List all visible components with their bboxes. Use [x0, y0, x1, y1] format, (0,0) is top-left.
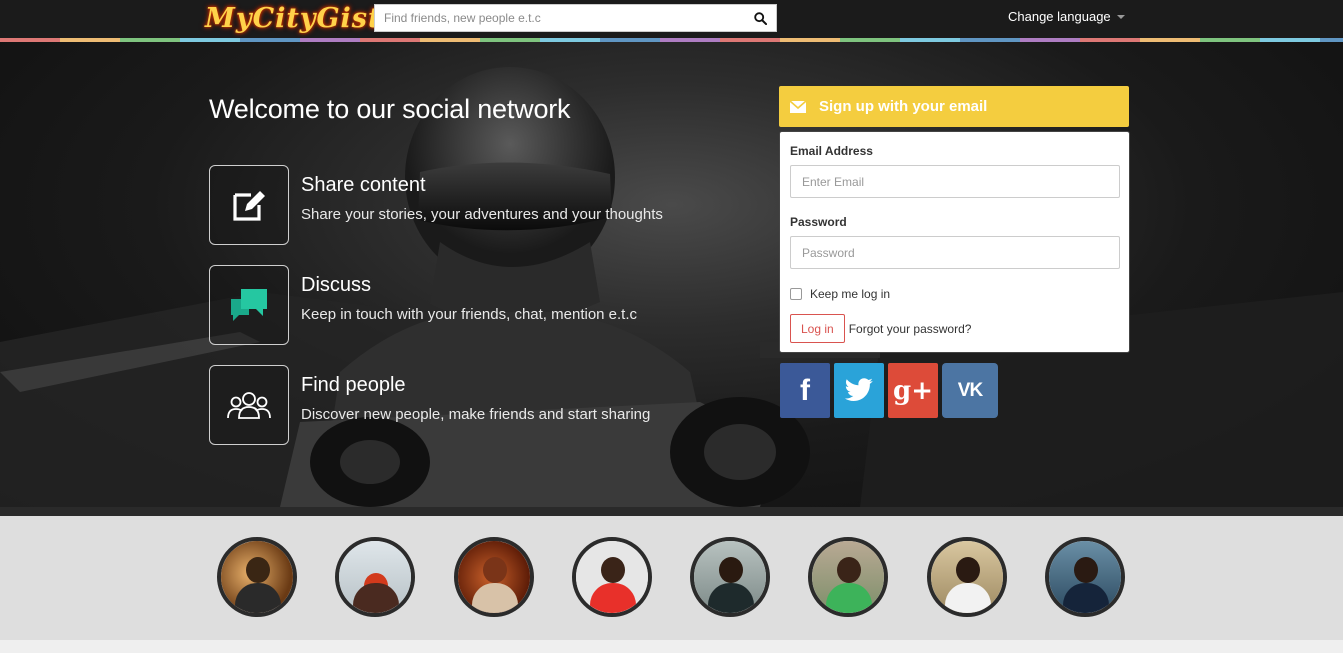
envelope-icon [790, 100, 806, 113]
feature-icon-box [209, 165, 289, 245]
feature-description: Share your stories, your adventures and … [301, 206, 663, 223]
member-avatar[interactable] [217, 537, 297, 617]
password-label: Password [790, 215, 847, 229]
vk-login-button[interactable]: VK [942, 363, 998, 418]
people-icon [227, 392, 271, 419]
feature-title: Find people [301, 374, 406, 396]
search-bar [374, 4, 777, 32]
change-language-dropdown[interactable]: Change language [1008, 9, 1125, 24]
member-avatar[interactable] [690, 537, 770, 617]
feature-icon-box [209, 365, 289, 445]
site-logo[interactable]: MyCityGist [205, 2, 380, 34]
login-form: Email Address Password Keep me log in Lo… [779, 131, 1130, 353]
google-plus-login-button[interactable]: g+ [888, 363, 938, 418]
email-field[interactable] [790, 165, 1120, 198]
member-avatar[interactable] [335, 537, 415, 617]
remember-me-label: Keep me log in [810, 287, 891, 301]
google-plus-icon: g+ [893, 375, 933, 406]
facebook-login-button[interactable]: f [780, 363, 830, 418]
feature-icon-box [209, 265, 289, 345]
member-avatar[interactable] [454, 537, 534, 617]
login-button[interactable]: Log in [790, 314, 845, 343]
chevron-down-icon [1116, 15, 1125, 19]
remember-me-checkbox[interactable] [790, 288, 802, 300]
vk-icon: VK [957, 379, 983, 401]
hero-bottom-bar [0, 507, 1343, 516]
signup-title: Sign up with your email [819, 98, 988, 115]
member-avatar[interactable] [927, 537, 1007, 617]
feature-title: Discuss [301, 274, 372, 296]
twitter-login-button[interactable] [834, 363, 884, 418]
welcome-heading: Welcome to our social network [209, 94, 571, 124]
search-icon[interactable] [744, 5, 776, 31]
password-field[interactable] [790, 236, 1120, 269]
member-avatar[interactable] [1045, 537, 1125, 617]
feature-share-content: Share content Share your stories, your a… [209, 165, 663, 245]
feature-description: Discover new people, make friends and st… [301, 406, 651, 423]
twitter-icon [844, 378, 873, 401]
feature-find-people: Find people Discover new people, make fr… [209, 365, 650, 445]
chat-icon [231, 289, 267, 321]
change-language-label: Change language [1008, 9, 1111, 24]
email-label: Email Address [790, 144, 873, 158]
search-input[interactable] [375, 5, 744, 31]
feature-title: Share content [301, 174, 426, 196]
feature-discuss: Discuss Keep in touch with your friends,… [209, 265, 637, 345]
remember-me: Keep me log in [790, 287, 1119, 301]
page-footer-edge [0, 640, 1343, 653]
facebook-icon: f [800, 373, 810, 407]
forgot-password-link[interactable]: Forgot your password? [849, 322, 972, 336]
logo-text: MyCityGist [205, 2, 382, 34]
members-strip [0, 516, 1343, 640]
social-login-buttons: f g+ VK [780, 363, 998, 418]
signup-email-button[interactable]: Sign up with your email [779, 86, 1129, 127]
member-avatar[interactable] [808, 537, 888, 617]
feature-description: Keep in touch with your friends, chat, m… [301, 306, 638, 323]
edit-icon [233, 191, 265, 221]
member-avatar[interactable] [572, 537, 652, 617]
hero-section [0, 42, 1343, 507]
racing-driver-background [0, 67, 1343, 507]
